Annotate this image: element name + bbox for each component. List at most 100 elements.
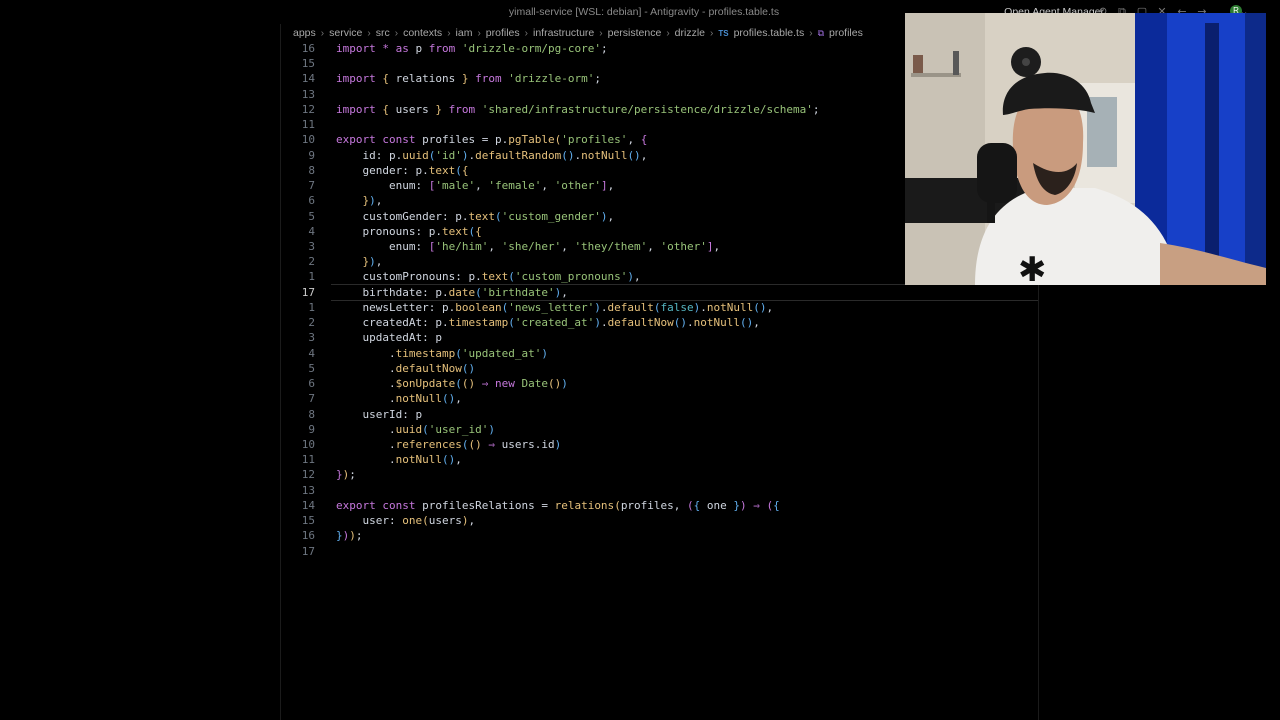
code-token: uuid: [395, 422, 423, 436]
code-text: .notNull(),: [336, 452, 462, 467]
code-token: gender: p.: [336, 163, 429, 177]
code-text: .defaultNow(): [336, 361, 475, 376]
code-token: ,: [375, 194, 383, 208]
code-token: ,: [561, 239, 575, 253]
code-line[interactable]: 9 .uuid('user_id'): [281, 422, 1038, 437]
code-line[interactable]: 1 newsLetter: p.boolean('news_letter').d…: [281, 300, 1038, 315]
breadcrumb-item[interactable]: profiles: [486, 27, 520, 39]
code-line[interactable]: 14 export const profilesRelations = relat…: [281, 498, 1038, 513]
code-token: notNull: [706, 300, 754, 314]
code-line[interactable]: 2 createdAt: p.timestamp('created_at').d…: [281, 315, 1038, 330]
code-line[interactable]: 13: [281, 483, 1038, 498]
breadcrumb-item[interactable]: infrastructure: [533, 27, 594, 39]
code-token: 'drizzle-orm/pg-core': [461, 42, 601, 55]
code-token: as: [395, 42, 409, 55]
code-token: (): [547, 377, 562, 391]
code-token: import: [336, 42, 376, 55]
code-token: $onUpdate: [395, 377, 456, 391]
breadcrumb-item[interactable]: profiles: [829, 27, 863, 39]
breadcrumb-item[interactable]: src: [376, 27, 390, 39]
code-token: (: [508, 316, 515, 330]
line-number: 17: [301, 544, 315, 558]
line-number: 6: [308, 194, 315, 208]
code-token: defaultNow: [395, 361, 462, 375]
breadcrumb-item[interactable]: contexts: [403, 27, 442, 39]
code-token: profiles = p.: [415, 133, 509, 147]
code-text: }),: [336, 193, 383, 208]
code-token: from: [475, 72, 502, 86]
line-number: 11: [301, 453, 315, 467]
code-line[interactable]: 7 .notNull(),: [281, 391, 1038, 406]
line-number: 8: [308, 163, 315, 177]
code-token: Date: [521, 377, 548, 391]
code-token: .: [336, 392, 396, 406]
breadcrumb-item[interactable]: drizzle: [675, 27, 705, 39]
code-text: export const profiles = p.pgTable('profi…: [336, 132, 647, 147]
line-number: 16: [301, 529, 315, 543]
code-line[interactable]: 8 userId: p: [281, 407, 1038, 422]
breadcrumb-item[interactable]: iam: [456, 27, 473, 39]
code-token: text: [441, 224, 469, 238]
code-text: });: [336, 467, 356, 482]
breadcrumb-item[interactable]: service: [329, 27, 362, 39]
code-line[interactable]: 16}));: [281, 528, 1038, 543]
chevron-right-icon: ›: [666, 27, 670, 39]
code-token: text: [428, 163, 456, 177]
code-token: ): [488, 422, 495, 436]
chevron-right-icon: ›: [394, 27, 399, 39]
code-token: createdAt: p.: [336, 316, 449, 330]
code-token: userId: p: [336, 407, 423, 421]
breadcrumb: apps › service › src › contexts › iam › profiles › i…: [293, 26, 863, 40]
line-number: 15: [301, 514, 315, 528]
line-number: 3: [308, 331, 315, 345]
code-line[interactable]: 17 birthdate: p.date('birthdate'),: [281, 283, 1038, 301]
code-token: timestamp: [395, 346, 456, 360]
code-token: 'shared/infrastructure/persistence/drizz…: [481, 102, 813, 116]
svg-text:✱: ✱: [1018, 250, 1047, 285]
code-token: (: [455, 377, 462, 391]
code-token: .: [336, 361, 396, 375]
code-token: (: [422, 514, 429, 528]
code-token: import: [336, 102, 376, 116]
code-token: boolean: [455, 300, 502, 314]
breadcrumb-item[interactable]: persistence: [608, 27, 662, 39]
code-line[interactable]: 5 .defaultNow(): [281, 361, 1038, 376]
code-token: date: [448, 285, 476, 299]
code-line[interactable]: 10 .references(() ⇒ users.id): [281, 437, 1038, 452]
symbol-variable-icon: ⧉: [817, 27, 824, 38]
code-token: .: [600, 316, 608, 330]
code-token: pgTable: [508, 133, 555, 147]
code-token: ): [369, 255, 376, 269]
breadcrumb-item[interactable]: profiles.table.ts: [734, 27, 805, 39]
code-token: one: [402, 514, 423, 528]
code-token: 'other': [660, 239, 707, 253]
code-token: (: [508, 270, 515, 284]
line-number: 17: [301, 285, 315, 299]
line-number: 4: [308, 224, 315, 238]
code-line[interactable]: 6 .$onUpdate(() ⇒ new Date()): [281, 376, 1038, 391]
code-line[interactable]: 15 user: one(users),: [281, 513, 1038, 528]
code-line[interactable]: 12});: [281, 467, 1038, 482]
code-token: ,: [455, 392, 462, 406]
code-token: }: [435, 102, 442, 116]
code-token: (): [461, 377, 476, 391]
line-number: 12: [301, 468, 315, 482]
breadcrumb-item[interactable]: apps: [293, 27, 316, 39]
code-token: references: [395, 437, 462, 451]
code-text: export const profilesRelations = relatio…: [336, 498, 780, 513]
code-line[interactable]: 11 .notNull(),: [281, 452, 1038, 467]
line-number: 14: [301, 498, 315, 512]
code-line[interactable]: 17: [281, 544, 1038, 559]
code-token: notNull: [693, 316, 741, 330]
code-line[interactable]: 4 .timestamp('updated_at'): [281, 346, 1038, 361]
chevron-right-icon: ›: [447, 27, 451, 39]
code-token: (): [753, 300, 767, 314]
line-number: 9: [308, 422, 315, 436]
code-line[interactable]: 3 updatedAt: p: [281, 330, 1038, 345]
code-token: relations: [389, 72, 462, 86]
code-text: user: one(users),: [336, 513, 475, 528]
